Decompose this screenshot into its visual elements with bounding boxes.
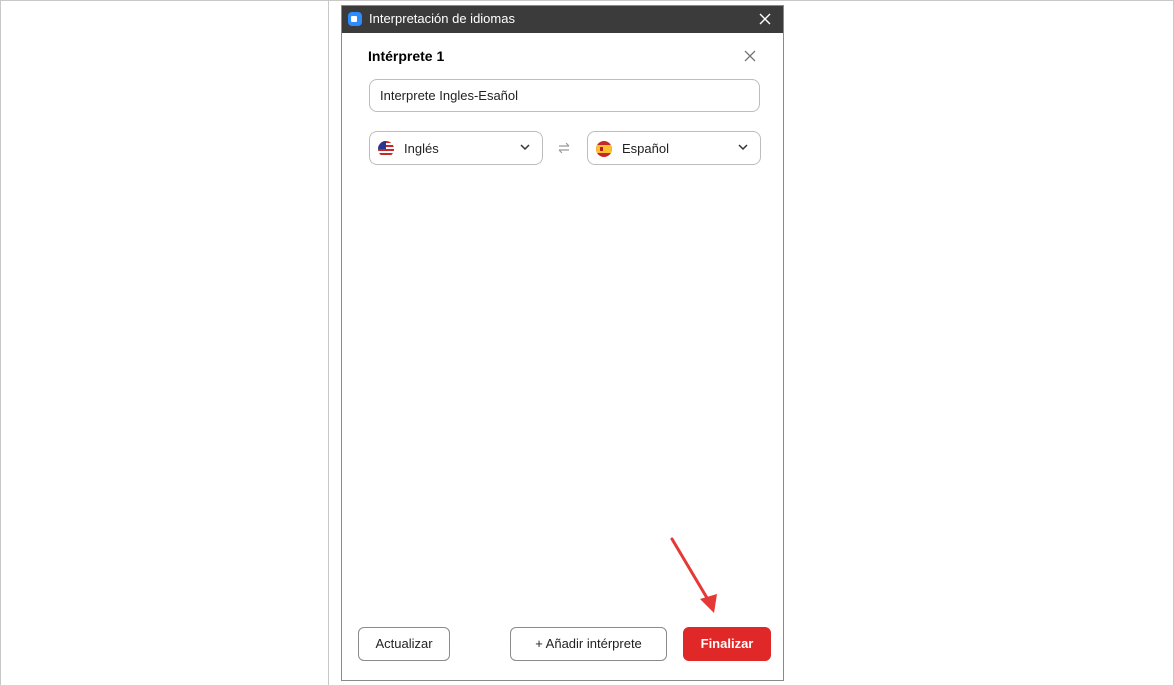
close-icon [744,50,756,62]
window-close-button[interactable] [755,8,775,30]
add-interpreter-button[interactable]: + Añadir intérprete [510,627,667,661]
document-column-divider [328,0,329,685]
update-button[interactable]: Actualizar [358,627,450,661]
target-language-label: Español [622,141,669,156]
annotation-arrow-icon [670,537,717,613]
chevron-down-icon [738,144,748,151]
zoom-app-icon [348,12,362,26]
document-border-top [0,0,1174,1]
us-flag-icon [378,141,394,157]
window-title: Interpretación de idiomas [369,11,515,26]
source-language-label: Inglés [404,141,439,156]
close-icon [759,13,771,25]
interpreter-name-input[interactable]: Interprete Ingles-Esañol [369,79,760,112]
window-titlebar: Interpretación de idiomas [342,6,783,33]
chevron-down-icon [520,144,530,151]
remove-interpreter-button[interactable] [740,46,760,66]
finish-button[interactable]: Finalizar [683,627,771,661]
interpreter-section-title: Intérprete 1 [368,48,445,64]
source-language-select[interactable]: Inglés [369,131,543,165]
swap-languages-icon[interactable] [556,140,572,156]
spain-flag-icon [596,141,612,157]
document-border-left [0,0,1,685]
target-language-select[interactable]: Español [587,131,761,165]
